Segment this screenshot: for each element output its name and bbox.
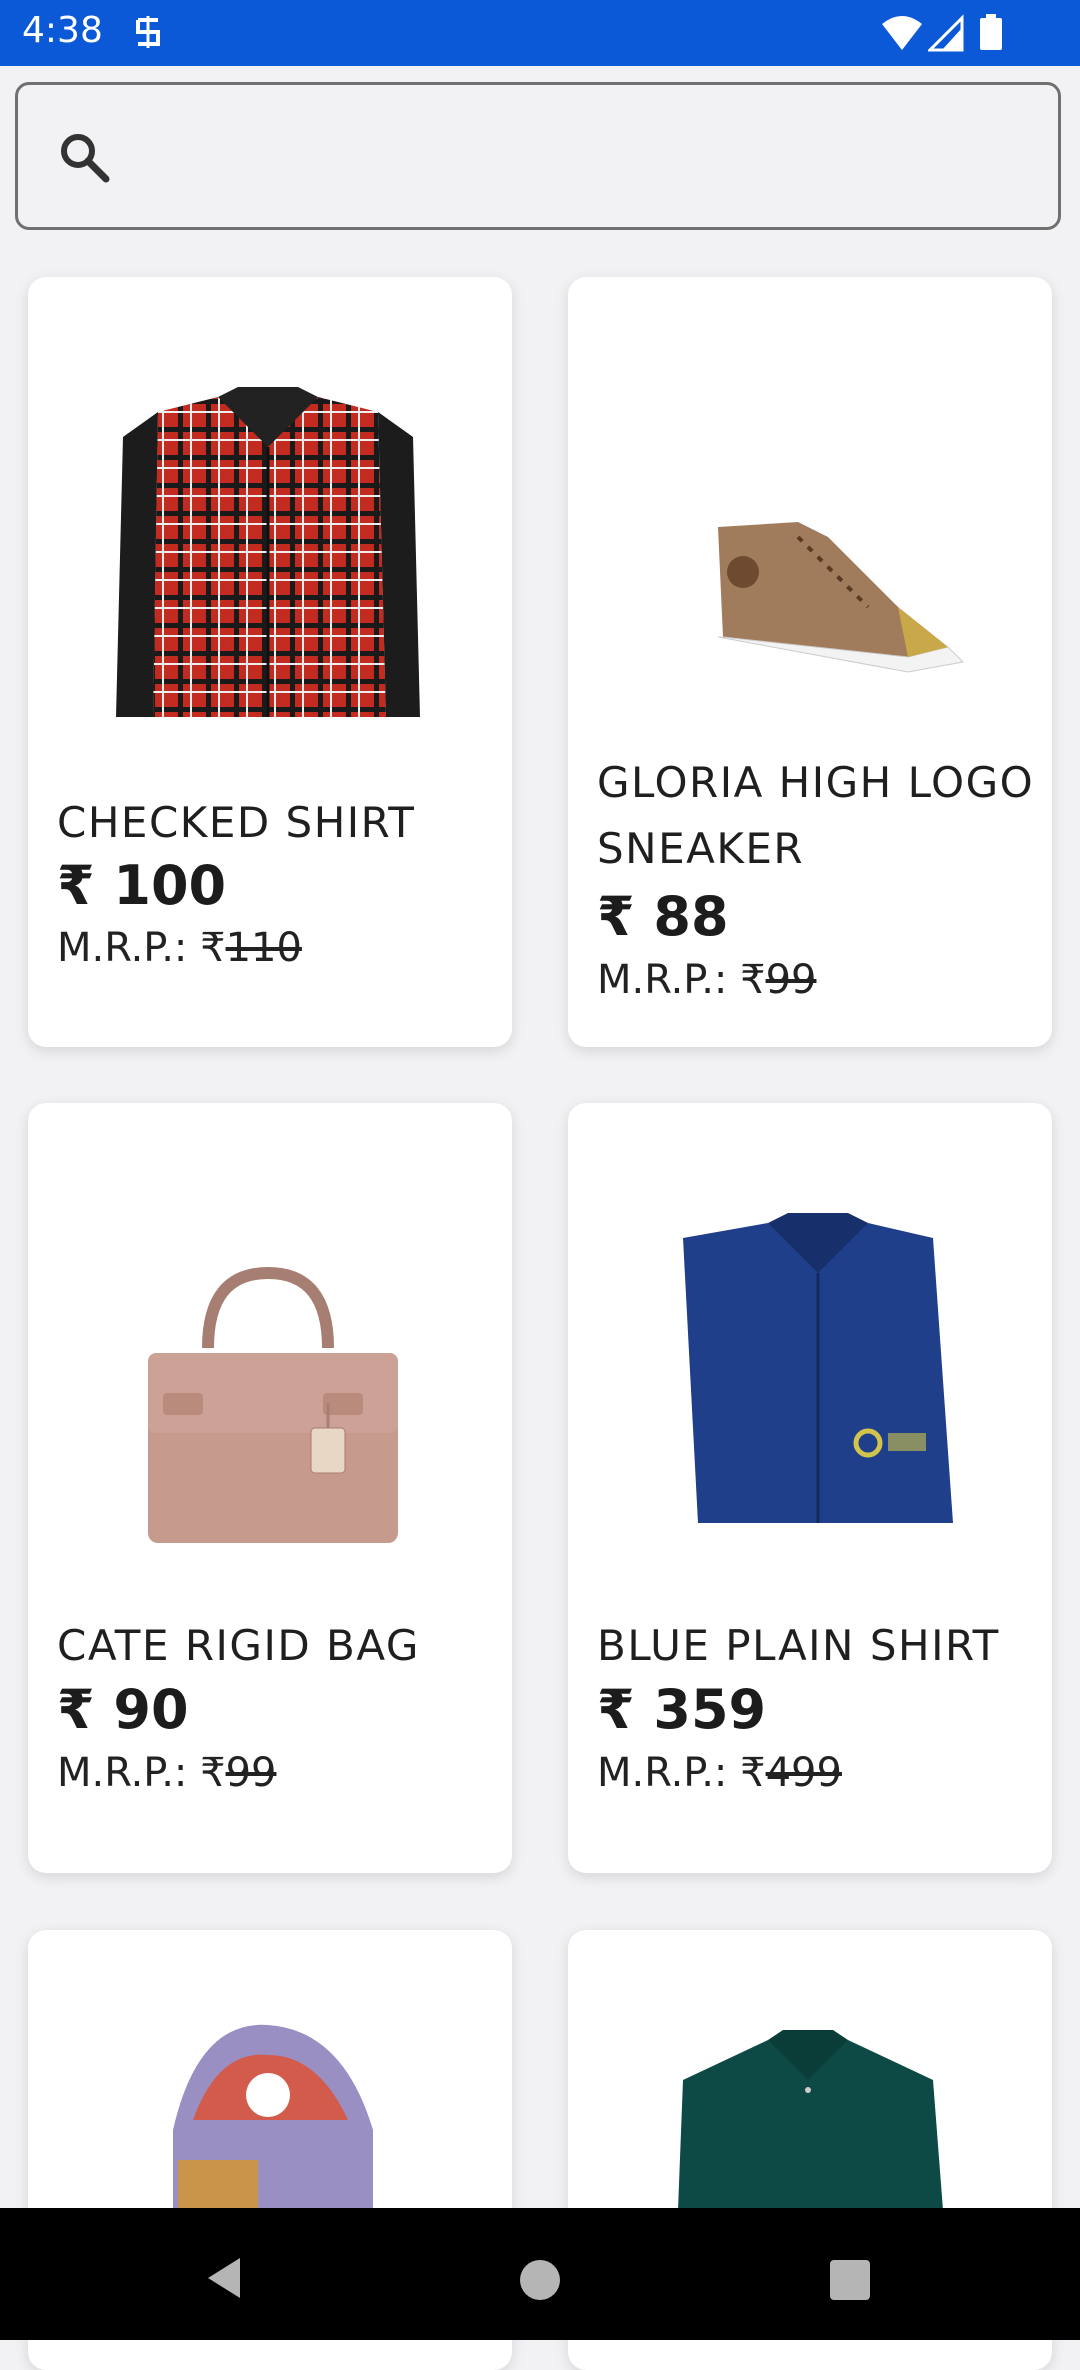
product-mrp: M.R.P.: ₹99 xyxy=(597,957,816,1003)
mrp-label: M.R.P.: ₹ xyxy=(597,1750,766,1796)
search-bar[interactable] xyxy=(15,82,1061,230)
app-notification-icon xyxy=(136,16,160,48)
search-input[interactable] xyxy=(128,119,1032,199)
mrp-label: M.R.P.: ₹ xyxy=(57,1750,226,1796)
product-image-blue-shirt xyxy=(683,1213,953,1523)
recent-apps-icon[interactable] xyxy=(830,2260,870,2300)
search-icon xyxy=(61,134,110,183)
system-nav-bar xyxy=(0,2208,1080,2340)
product-title: GLORIA HIGH LOGO SNEAKER xyxy=(597,758,1035,873)
back-icon[interactable] xyxy=(204,2256,244,2300)
product-price: ₹ 100 xyxy=(57,854,227,917)
status-time: 4:38 xyxy=(22,10,103,51)
status-bar: 4:38 xyxy=(0,0,1080,66)
product-card[interactable]: CHECKED SHIRT ₹ 100 M.R.P.: ₹110 xyxy=(28,277,512,1047)
mrp-label: M.R.P.: ₹ xyxy=(597,957,766,1003)
product-card[interactable]: CATE RIGID BAG ₹ 90 M.R.P.: ₹99 xyxy=(28,1103,512,1873)
product-title: CHECKED SHIRT xyxy=(57,798,416,847)
wifi-icon xyxy=(882,16,922,50)
product-mrp: M.R.P.: ₹110 xyxy=(57,925,302,971)
product-card[interactable]: BLUE PLAIN SHIRT ₹ 359 M.R.P.: ₹499 xyxy=(568,1103,1052,1873)
mrp-value: 99 xyxy=(225,1750,277,1796)
product-image-sneaker xyxy=(717,522,965,673)
product-card[interactable]: GLORIA HIGH LOGO SNEAKER ₹ 88 M.R.P.: ₹9… xyxy=(568,277,1052,1047)
mrp-value: 110 xyxy=(225,925,302,971)
product-mrp: M.R.P.: ₹499 xyxy=(597,1750,842,1796)
mrp-value: 99 xyxy=(765,957,817,1003)
product-image-checked-shirt xyxy=(116,387,420,717)
product-price: ₹ 88 xyxy=(597,885,729,948)
mrp-label: M.R.P.: ₹ xyxy=(57,925,226,971)
product-price: ₹ 359 xyxy=(597,1678,767,1741)
product-title: CATE RIGID BAG xyxy=(57,1621,420,1670)
product-mrp: M.R.P.: ₹99 xyxy=(57,1750,276,1796)
product-image-bag xyxy=(148,1266,398,1543)
home-icon[interactable] xyxy=(520,2260,560,2300)
signal-icon xyxy=(928,14,964,52)
product-title: BLUE PLAIN SHIRT xyxy=(597,1621,1000,1670)
battery-icon xyxy=(980,14,1002,50)
product-price: ₹ 90 xyxy=(57,1678,189,1741)
mrp-value: 499 xyxy=(765,1750,842,1796)
